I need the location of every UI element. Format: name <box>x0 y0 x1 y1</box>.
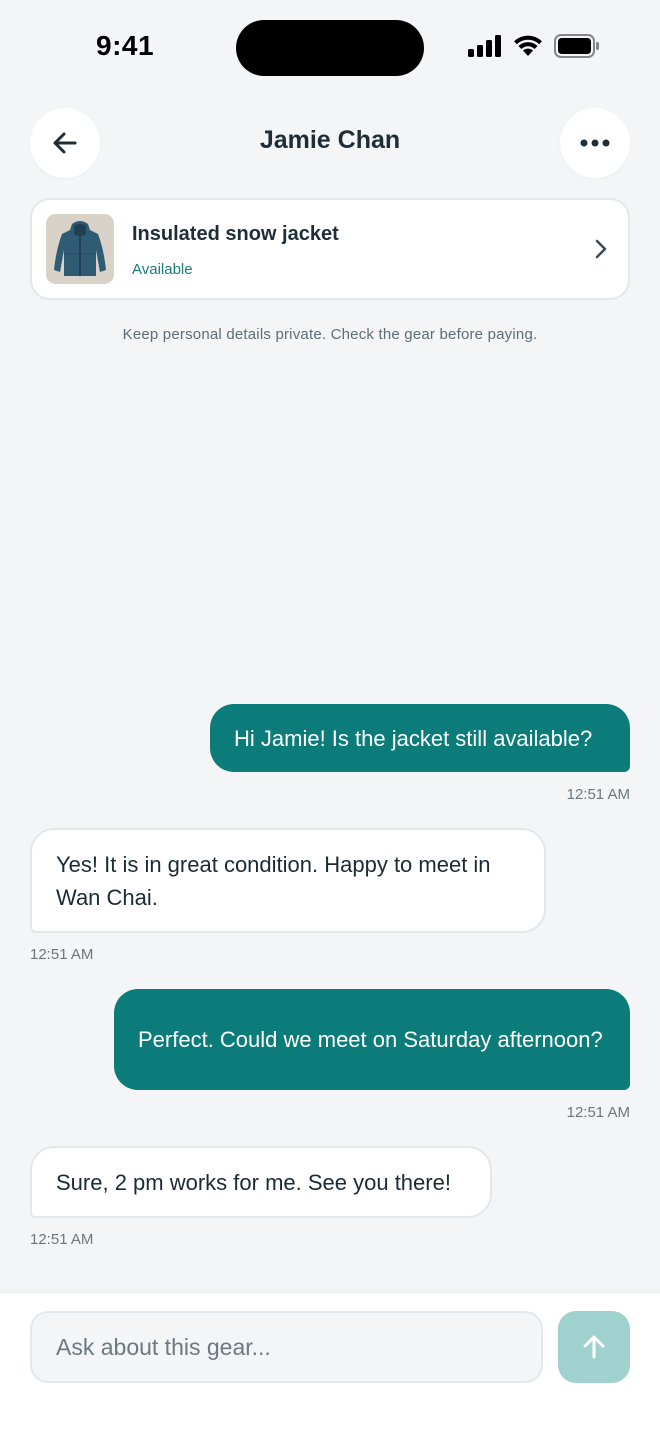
chevron-right-icon <box>595 239 607 259</box>
status-bar: 9:41 <box>0 0 660 96</box>
message-bubble-incoming: Yes! It is in great condition. Happy to … <box>30 828 546 933</box>
chat-header: Jamie Chan <box>0 108 660 178</box>
message-bubble-outgoing: Perfect. Could we meet on Saturday after… <box>114 989 630 1090</box>
dynamic-island <box>236 20 424 76</box>
safety-note: Keep personal details private. Check the… <box>122 326 538 343</box>
message-text: Hi Jamie! Is the jacket still available? <box>234 725 593 751</box>
listing-card[interactable]: Insulated snow jacket Available <box>30 198 630 300</box>
message-timestamp: 12:51 AM <box>566 786 630 803</box>
message-text: Sure, 2 pm works for me. See you there! <box>56 1169 451 1195</box>
battery-icon <box>554 34 599 58</box>
jacket-image <box>46 214 114 284</box>
status-time: 9:41 <box>96 30 155 61</box>
message-composer <box>0 1292 660 1434</box>
message-text: Perfect. Could we meet on Saturday after… <box>138 1027 603 1052</box>
message-input[interactable] <box>30 1311 543 1383</box>
listing-thumbnail <box>46 214 114 284</box>
message-timestamp: 12:51 AM <box>30 946 94 963</box>
message-bubble-outgoing: Hi Jamie! Is the jacket still available? <box>210 704 630 772</box>
more-horizontal-icon <box>580 139 610 147</box>
message-text: Yes! It is in great condition. Happy to … <box>56 851 491 910</box>
message-timestamp: 12:51 AM <box>30 1231 94 1248</box>
wifi-icon <box>514 35 542 56</box>
message-bubble-incoming: Sure, 2 pm works for me. See you there! <box>30 1146 492 1218</box>
cellular-signal-icon <box>468 35 501 57</box>
listing-status: Available <box>132 261 193 278</box>
send-button[interactable] <box>558 1311 630 1383</box>
more-options-button[interactable] <box>560 108 630 178</box>
status-icons <box>468 34 600 58</box>
arrow-up-icon <box>583 1335 605 1359</box>
message-timestamp: 12:51 AM <box>566 1104 630 1121</box>
listing-title: Insulated snow jacket <box>132 223 339 245</box>
